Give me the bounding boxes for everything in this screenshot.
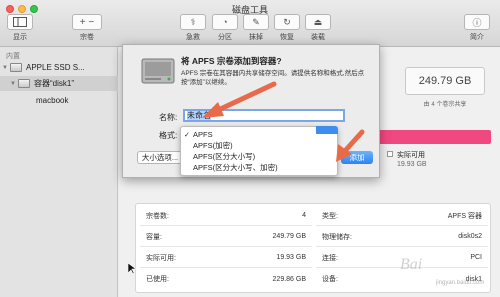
sidebar-icon[interactable] <box>7 14 33 30</box>
info-label: 物理储存: <box>322 233 352 241</box>
format-option-label: APFS(区分大小写、加密) <box>193 163 278 172</box>
sidebar-item-label: APPLE SSD S... <box>26 63 85 72</box>
info-value: 249.79 GB <box>272 233 306 240</box>
toolbar-restore[interactable]: ↻ 恢复 <box>270 14 304 42</box>
container-icon <box>18 79 30 88</box>
info-value: 19.93 GB <box>276 254 306 261</box>
toolbar-label: 抹掉 <box>249 34 263 41</box>
info-used: 已使用: 229.86 GB <box>140 269 312 289</box>
popup-stepper-icon[interactable] <box>316 126 338 134</box>
info-value: 229.86 GB <box>272 275 306 283</box>
dialog-description: APFS 宗卷在其容器内共享储存空间。请提供名称和格式,然后点按“添加”以继续。 <box>181 70 365 86</box>
info-value: APFS 容器 <box>447 212 482 220</box>
toolbar-label: 宗卷 <box>80 34 94 41</box>
toolbar-label: 装载 <box>311 34 325 41</box>
sidebar-item-label: 容器“disk1” <box>34 79 75 88</box>
sidebar: 内置 ▼ APPLE SSD S... ▼ 容器“disk1” macbook <box>0 47 118 297</box>
format-option-apfs-case-sensitive-encrypted[interactable]: APFS(区分大小写、加密) <box>181 162 339 173</box>
mount-icon[interactable]: ⏏ <box>305 14 331 30</box>
hard-drive-icon <box>141 58 175 84</box>
info-capacity: 容量: 249.79 GB <box>140 227 312 247</box>
name-label: 名称: <box>159 113 178 122</box>
available-legend-swatch <box>387 151 393 157</box>
toolbar-label: 急救 <box>186 34 200 41</box>
format-label: 格式: <box>159 131 178 140</box>
name-input[interactable]: 未命名 <box>183 109 345 122</box>
toolbar-mount[interactable]: ⏏ 装载 <box>301 14 335 42</box>
toolbar-erase[interactable]: ✎ 抹掉 <box>239 14 273 42</box>
format-option-label: APFS(区分大小写) <box>193 152 256 161</box>
toolbar-first-aid[interactable]: ⚕ 急救 <box>176 14 210 42</box>
pie-icon[interactable]: ◔ <box>212 14 238 30</box>
info-icon[interactable]: ⓘ <box>464 14 490 30</box>
sidebar-item-apple-ssd[interactable]: ▼ APPLE SSD S... <box>0 60 118 75</box>
info-label: 设备: <box>322 276 338 283</box>
title-bar: 磁盘工具 显示 + − 宗卷 ⚕ 急救 ◔ 分区 ✎ 抹掉 ↻ 恢复 ⏏ 装载 … <box>0 0 500 47</box>
info-type: 类型: APFS 容器 <box>316 206 488 226</box>
info-available: 实际可用: 19.93 GB <box>140 248 312 268</box>
add-button[interactable]: 添加 <box>341 151 373 164</box>
info-label: 类型: <box>322 212 338 220</box>
watermark-subtext: jingyan.baidu.com <box>436 280 485 286</box>
info-label: 容量: <box>146 233 162 241</box>
info-volumes: 宗卷数: 4 <box>140 206 312 226</box>
eraser-icon[interactable]: ✎ <box>243 14 269 30</box>
format-menu: ✓ APFS APFS(加密) APFS(区分大小写) APFS(区分大小写、加… <box>180 126 338 176</box>
sidebar-item-container-disk1[interactable]: ▼ 容器“disk1” <box>0 76 118 91</box>
toolbar-volume[interactable]: + − 宗卷 <box>70 14 104 42</box>
available-value: 19.93 GB <box>397 161 427 168</box>
toolbar-label: 分区 <box>218 34 232 41</box>
info-value: disk0s2 <box>458 233 482 240</box>
restore-icon[interactable]: ↻ <box>274 14 300 30</box>
available-label: 实际可用 <box>397 152 425 159</box>
format-option-label: APFS <box>193 130 213 139</box>
capacity-display: 249.79 GB <box>405 67 485 95</box>
info-physical-store: 物理储存: disk0s2 <box>316 227 488 247</box>
toolbar-label: 显示 <box>13 34 27 41</box>
toolbar-label: 简介 <box>470 34 484 41</box>
info-label: 宗卷数: <box>146 212 169 220</box>
disk-icon <box>10 63 22 72</box>
info-value: PCI <box>470 254 482 261</box>
info-value: 4 <box>302 212 306 219</box>
toolbar-info[interactable]: ⓘ 简介 <box>460 14 494 42</box>
info-label: 连接: <box>322 254 338 262</box>
sidebar-item-label: macbook <box>36 96 69 105</box>
disclosure-triangle-icon[interactable]: ▼ <box>0 65 10 71</box>
toolbar-show-sidebar[interactable]: 显示 <box>3 14 37 42</box>
disclosure-triangle-icon[interactable]: ▼ <box>8 81 18 87</box>
toolbar-label: 恢复 <box>280 34 294 41</box>
format-option-label: APFS(加密) <box>193 141 233 150</box>
stethoscope-icon[interactable]: ⚕ <box>180 14 206 30</box>
name-input-value: 未命名 <box>187 111 211 120</box>
format-option-apfs-encrypted[interactable]: APFS(加密) <box>181 140 339 151</box>
format-option-apfs-case-sensitive[interactable]: APFS(区分大小写) <box>181 151 339 162</box>
info-label: 实际可用: <box>146 254 176 262</box>
size-options-button[interactable]: 大小选项... <box>137 151 183 164</box>
checkmark-icon: ✓ <box>184 131 190 139</box>
dialog-title: 将 APFS 宗卷添加到容器? <box>181 56 282 66</box>
watermark-logo: Bai <box>400 256 423 273</box>
shared-note: 由 4 个卷宗共享 <box>423 102 467 108</box>
sidebar-item-macbook[interactable]: macbook <box>0 93 118 108</box>
toolbar-partition[interactable]: ◔ 分区 <box>208 14 242 42</box>
plus-minus-icon[interactable]: + − <box>72 14 102 30</box>
info-label: 已使用: <box>146 276 169 283</box>
